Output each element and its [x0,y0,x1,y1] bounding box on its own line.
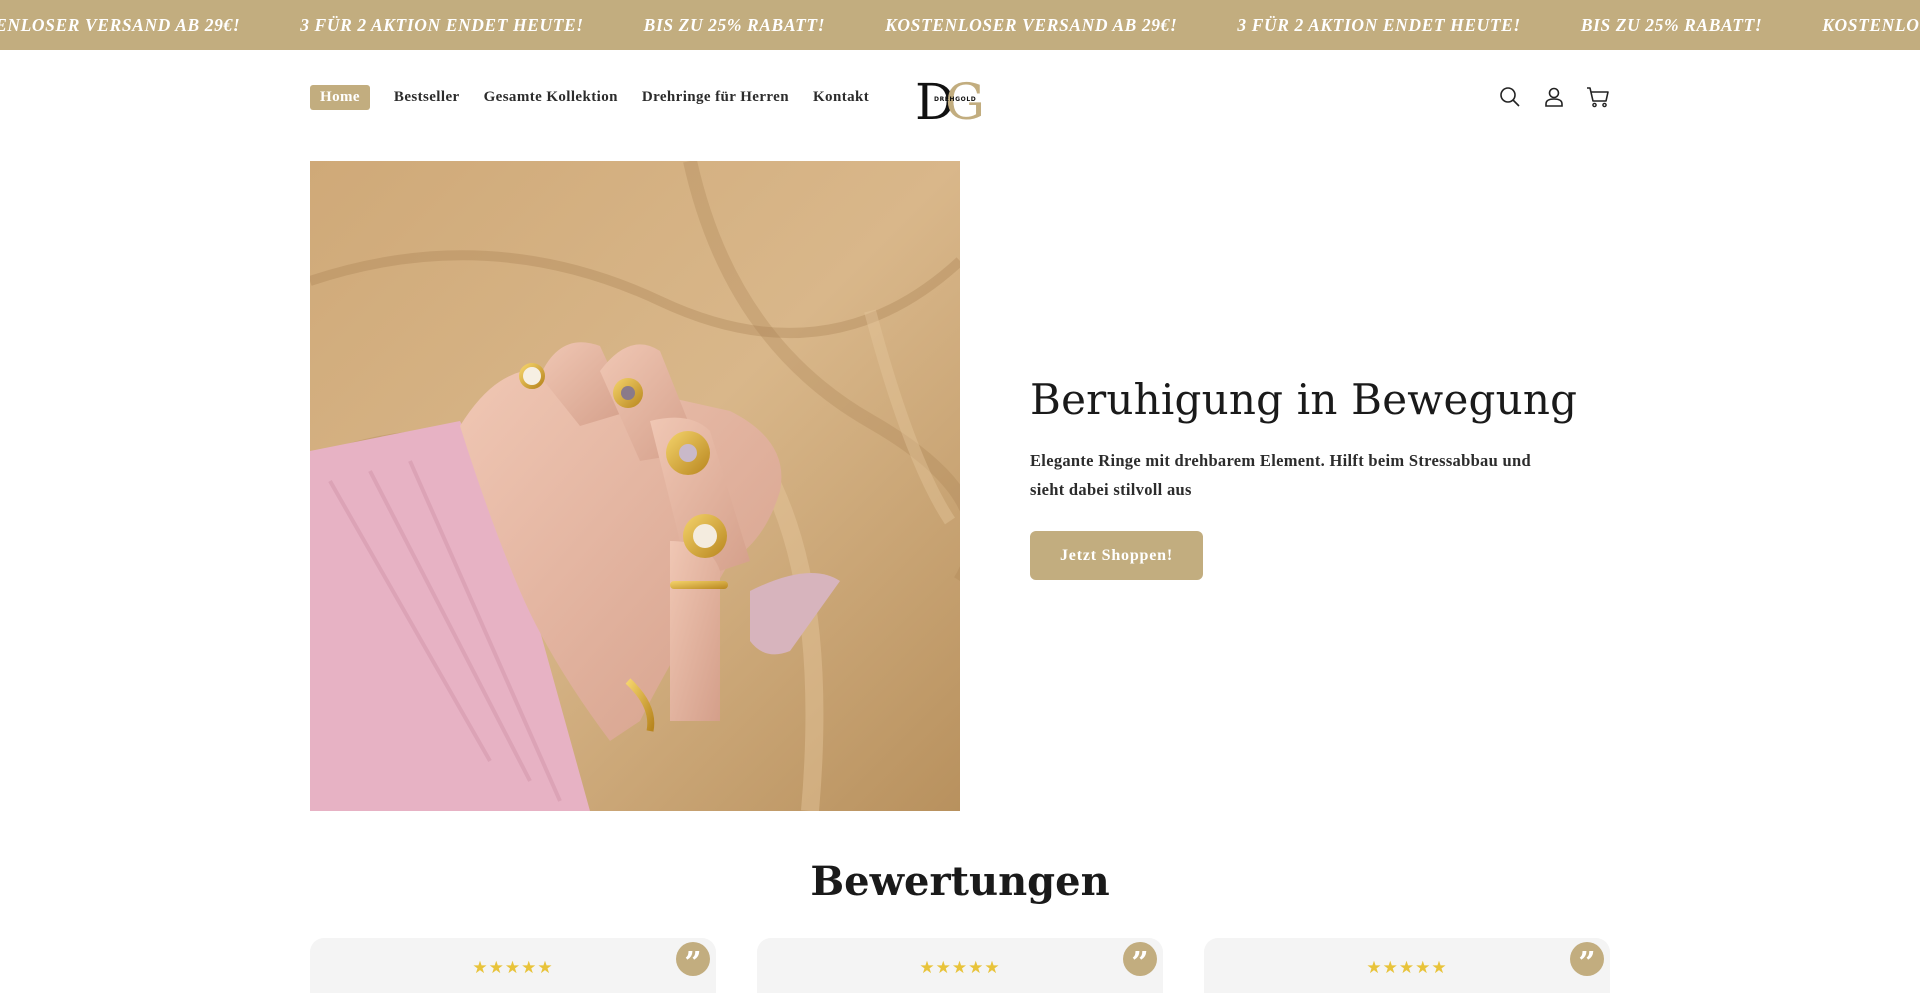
announcement-item: KOSTENLOSER VERSAND AB 29€! [0,14,241,35]
svg-text:DREHGOLD: DREHGOLD [934,96,976,103]
main-nav: Home Bestseller Gesamte Kollektion Drehr… [310,85,893,110]
review-stars: ★★★★★ [919,958,1001,978]
hero-subtitle: Elegante Ringe mit drehbarem Element. Hi… [1030,451,1531,499]
search-icon[interactable] [1496,83,1524,111]
cart-icon[interactable] [1584,83,1612,111]
review-stars: ★★★★★ [1366,958,1448,978]
announcement-item: 3 FÜR 2 AKTION ENDET HEUTE! [1237,14,1521,35]
announcement-bar: KOSTENLOSER VERSAND AB 29€! 3 FÜR 2 AKTI… [0,0,1920,50]
announcement-item: KOSTENLOSER VERSAND AB 29€! [885,14,1178,35]
shop-now-button[interactable]: Jetzt Shoppen! [1030,531,1203,580]
review-card: ★★★★★ ” [1204,938,1610,993]
hero-image [310,161,960,811]
review-stars: ★★★★★ [472,958,554,978]
hero-text-block: Beruhigung in Bewegung Elegante Ringe mi… [1030,375,1590,580]
nav-item-collection[interactable]: Gesamte Kollektion [484,89,618,106]
header-icons [1480,83,1612,111]
account-icon[interactable] [1540,83,1568,111]
quote-icon: ” [1570,942,1604,979]
announcement-item: KOSTENLOSER VERSAND AB 29€! [1822,14,1920,35]
nav-item-mens-rings[interactable]: Drehringe für Herren [642,89,789,106]
hero-title: Beruhigung in Bewegung [1030,375,1578,424]
brand-logo[interactable]: D G DREHGOLD [915,73,999,131]
announcement-item: 3 FÜR 2 AKTION ENDET HEUTE! [300,14,584,35]
nav-item-contact[interactable]: Kontakt [813,89,869,106]
quote-icon: ” [676,942,710,979]
announcement-track: KOSTENLOSER VERSAND AB 29€! 3 FÜR 2 AKTI… [0,0,1920,50]
nav-item-bestseller[interactable]: Bestseller [394,89,460,106]
reviews-heading: Bewertungen [810,858,1110,905]
quote-icon: ” [1123,942,1157,979]
review-card: ★★★★★ ” [310,938,716,993]
rings-on-hand-photo [310,161,960,811]
site-header: Home Bestseller Gesamte Kollektion Drehr… [310,50,1612,146]
review-card: ★★★★★ ” [757,938,1163,993]
nav-item-home[interactable]: Home [310,85,370,110]
logo-mark: D G DREHGOLD [915,73,985,131]
announcement-item: BIS ZU 25% RABATT! [1580,14,1763,35]
announcement-item: BIS ZU 25% RABATT! [643,14,826,35]
